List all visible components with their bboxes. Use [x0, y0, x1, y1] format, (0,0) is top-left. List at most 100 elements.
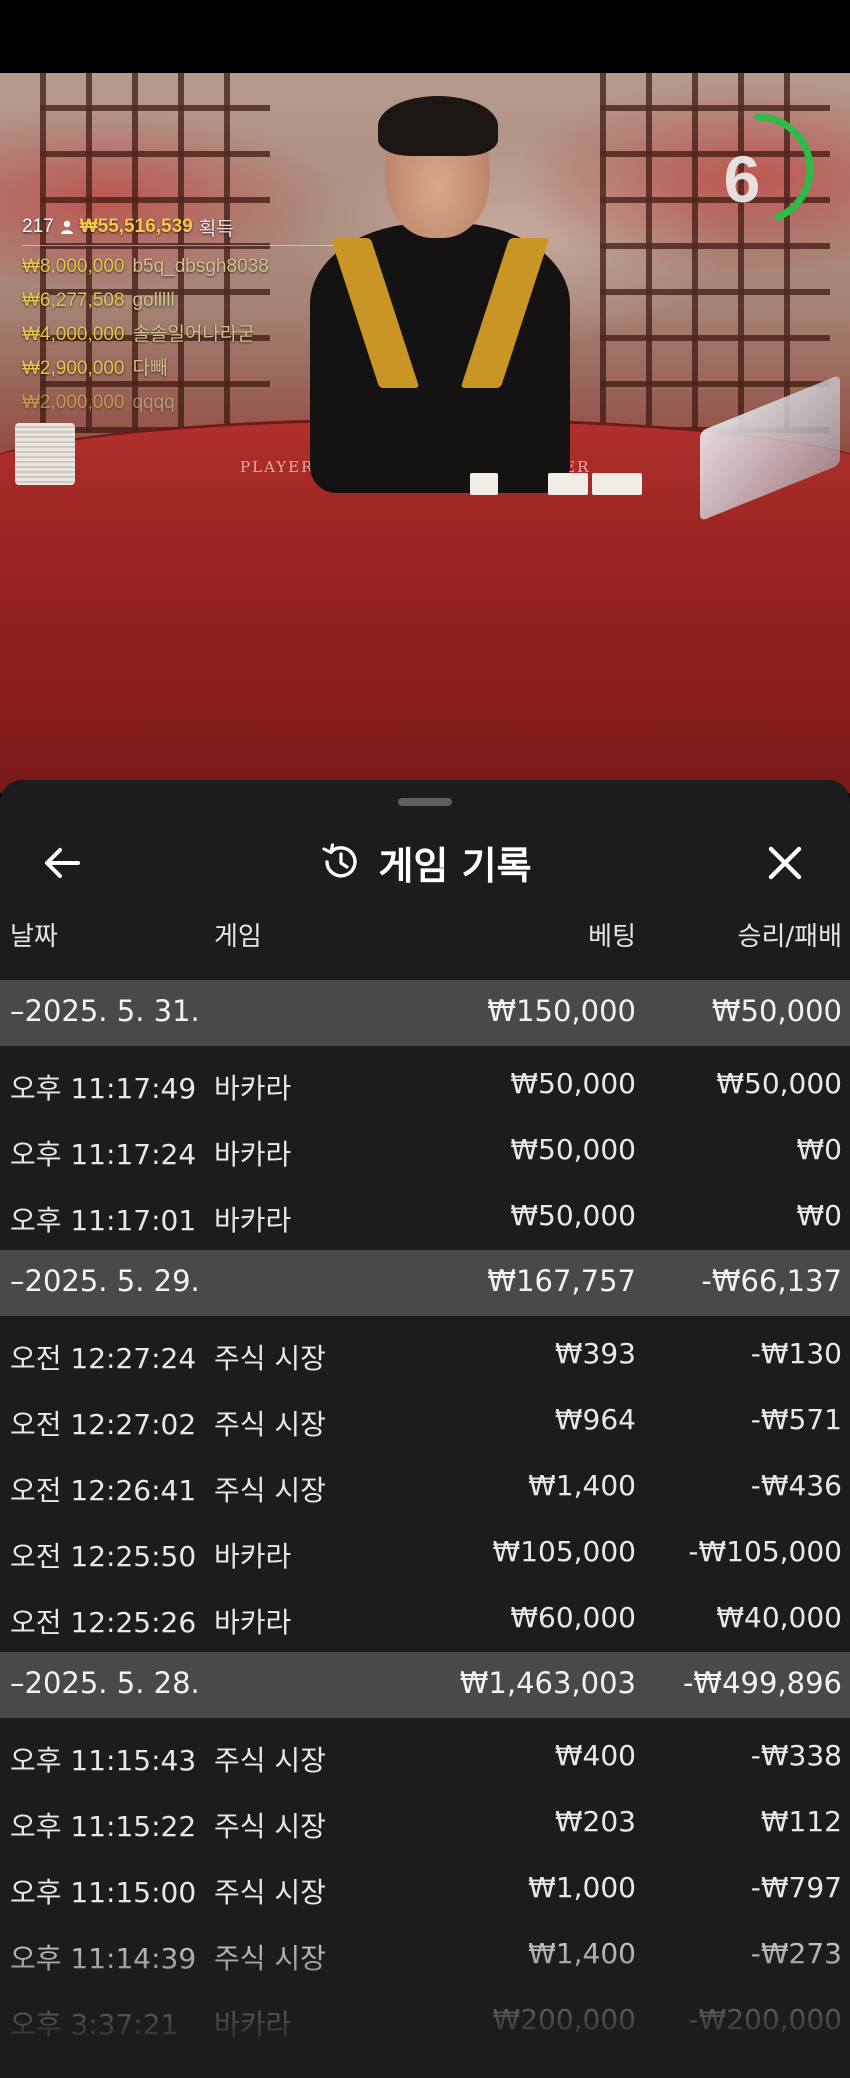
- row-time: 오전 12:26:41: [10, 1474, 197, 1507]
- row-time: 오후 11:17:49: [10, 1072, 197, 1105]
- winner-user: b5q_dbsgh8038: [132, 256, 269, 277]
- panel-title: 게임 기록: [378, 843, 532, 888]
- row-result: -₩105,000: [688, 1535, 842, 1568]
- winner-row: ₩8,000,000 b5q_dbsgh8038: [22, 250, 342, 284]
- group-date: –2025. 5. 28.: [10, 1666, 200, 1700]
- row-result: ₩0: [796, 1133, 843, 1166]
- date-group-header[interactable]: –2025. 5. 31. ₩150,000 ₩50,000: [0, 980, 850, 1046]
- row-game: 바카라: [214, 1072, 292, 1105]
- history-icon: [322, 843, 358, 878]
- table-row[interactable]: 오전 12:27:02 주식 시장 ₩964 -₩571: [0, 1388, 850, 1454]
- table-row[interactable]: 오전 12:27:24 주식 시장 ₩393 -₩130: [0, 1322, 850, 1388]
- table-label-player: PLAYER: [240, 458, 315, 476]
- table-row[interactable]: 오전 12:26:41 주식 시장 ₩1,400 -₩436: [0, 1454, 850, 1520]
- divider: [22, 245, 334, 246]
- row-time: 오후 11:17:01: [10, 1204, 197, 1237]
- person-icon: [60, 220, 73, 234]
- countdown-timer: 6: [723, 142, 761, 216]
- history-list: –2025. 5. 31. ₩150,000 ₩50,000 오후 11:17:…: [0, 980, 850, 2054]
- row-time: 오후 11:15:43: [10, 1744, 197, 1777]
- row-game: 주식 시장: [214, 1744, 326, 1777]
- live-video-feed: PLAYER BANKER 6 217 ₩55,516,539 획득 ₩8,00…: [0, 73, 850, 793]
- row-result: -₩571: [750, 1403, 842, 1436]
- title-wrap: 게임 기록: [0, 820, 850, 904]
- row-bet: ₩200,000: [492, 2003, 636, 2036]
- table-row[interactable]: 오후 11:17:01 바카라 ₩50,000 ₩0: [0, 1184, 850, 1250]
- row-game: 주식 시장: [214, 1408, 326, 1441]
- row-game: 주식 시장: [214, 1342, 326, 1375]
- row-game: 바카라: [214, 1606, 292, 1639]
- drag-handle[interactable]: [398, 798, 452, 806]
- group-result-total: -₩499,896: [682, 1666, 842, 1700]
- table-row[interactable]: 오전 12:25:50 바카라 ₩105,000 -₩105,000: [0, 1520, 850, 1586]
- table-row[interactable]: 오후 11:15:00 주식 시장 ₩1,000 -₩797: [0, 1856, 850, 1922]
- row-result: -₩273: [750, 1937, 842, 1970]
- winner-row: ₩4,000,000 솔솔일어나라굳: [22, 318, 342, 352]
- column-header-date: 날짜: [10, 922, 58, 952]
- table-row[interactable]: 오후 11:15:22 주식 시장 ₩203 ₩112: [0, 1790, 850, 1856]
- winner-amount: ₩8,000,000: [22, 256, 125, 277]
- row-game: 주식 시장: [214, 1474, 326, 1507]
- date-group-header[interactable]: –2025. 5. 28. ₩1,463,003 -₩499,896: [0, 1652, 850, 1718]
- table-row[interactable]: 오후 11:17:24 바카라 ₩50,000 ₩0: [0, 1118, 850, 1184]
- table-row[interactable]: 오후 11:15:43 주식 시장 ₩400 -₩338: [0, 1724, 850, 1790]
- row-bet: ₩1,000: [528, 1871, 636, 1904]
- group-bet-total: ₩167,757: [487, 1264, 636, 1298]
- winner-user: 솔솔일어나라굳: [132, 324, 255, 345]
- row-bet: ₩50,000: [510, 1067, 636, 1100]
- back-arrow-icon[interactable]: [38, 838, 88, 888]
- card-stack: [15, 423, 75, 485]
- group-bet-total: ₩1,463,003: [459, 1666, 636, 1700]
- row-result: -₩200,000: [688, 2003, 842, 2036]
- row-game: 주식 시장: [214, 1942, 326, 1975]
- column-header-bet: 베팅: [588, 922, 636, 952]
- winner-user: qqqq: [132, 392, 175, 413]
- row-bet: ₩203: [554, 1805, 636, 1838]
- date-group-header[interactable]: –2025. 5. 29. ₩167,757 -₩66,137: [0, 1250, 850, 1316]
- row-game: 바카라: [214, 2008, 292, 2041]
- table-header: 날짜 게임 베팅 승리/패배: [0, 906, 850, 958]
- winners-summary: 217 ₩55,516,539 획득: [22, 213, 342, 241]
- winner-amount: ₩4,000,000: [22, 324, 125, 345]
- row-bet: ₩50,000: [510, 1199, 636, 1232]
- panel-header: 게임 기록: [0, 820, 850, 904]
- table-row[interactable]: 오후 11:14:39 주식 시장 ₩1,400 -₩273: [0, 1922, 850, 1988]
- row-game: 바카라: [214, 1540, 292, 1573]
- game-history-panel: 게임 기록 날짜 게임 베팅 승리/패배 –2025. 5. 31. ₩150,…: [0, 780, 850, 2078]
- row-result: ₩112: [760, 1805, 842, 1838]
- close-icon[interactable]: [760, 838, 810, 888]
- row-game: 바카라: [214, 1204, 292, 1237]
- winners-total: ₩55,516,539: [79, 216, 193, 237]
- group-date: –2025. 5. 31.: [10, 994, 200, 1028]
- table-row[interactable]: 오전 12:25:26 바카라 ₩60,000 ₩40,000: [0, 1586, 850, 1652]
- row-bet: ₩393: [554, 1337, 636, 1370]
- row-result: ₩50,000: [716, 1067, 842, 1100]
- row-result: -₩338: [750, 1739, 842, 1772]
- winner-amount: ₩6,277,508: [22, 290, 125, 311]
- dealer: [310, 88, 570, 493]
- table-row[interactable]: 오후 3:37:21 바카라 ₩200,000 -₩200,000: [0, 1988, 850, 2054]
- row-time: 오전 12:27:24: [10, 1342, 197, 1375]
- row-result: -₩436: [750, 1469, 842, 1502]
- playing-card: [470, 473, 498, 495]
- group-bet-total: ₩150,000: [487, 994, 636, 1028]
- row-result: -₩130: [750, 1337, 842, 1370]
- row-time: 오후 11:17:24: [10, 1138, 197, 1171]
- column-header-result: 승리/패배: [737, 922, 842, 952]
- group-result-total: -₩66,137: [701, 1264, 842, 1298]
- row-bet: ₩964: [554, 1403, 636, 1436]
- playing-card: [592, 473, 642, 495]
- row-bet: ₩1,400: [528, 1469, 636, 1502]
- column-header-game: 게임: [214, 922, 262, 952]
- winner-row: ₩6,277,508 golllll: [22, 284, 342, 318]
- table-row[interactable]: 오후 11:17:49 바카라 ₩50,000 ₩50,000: [0, 1052, 850, 1118]
- winner-user: golllll: [132, 290, 175, 311]
- winner-row: ₩2,900,000 다빼: [22, 352, 342, 386]
- row-time: 오후 3:37:21: [10, 2008, 179, 2041]
- row-game: 주식 시장: [214, 1876, 326, 1909]
- row-time: 오후 11:14:39: [10, 1942, 197, 1975]
- row-result: -₩797: [750, 1871, 842, 1904]
- row-game: 주식 시장: [214, 1810, 326, 1843]
- row-time: 오전 12:25:26: [10, 1606, 197, 1639]
- winner-user: 다빼: [132, 358, 168, 379]
